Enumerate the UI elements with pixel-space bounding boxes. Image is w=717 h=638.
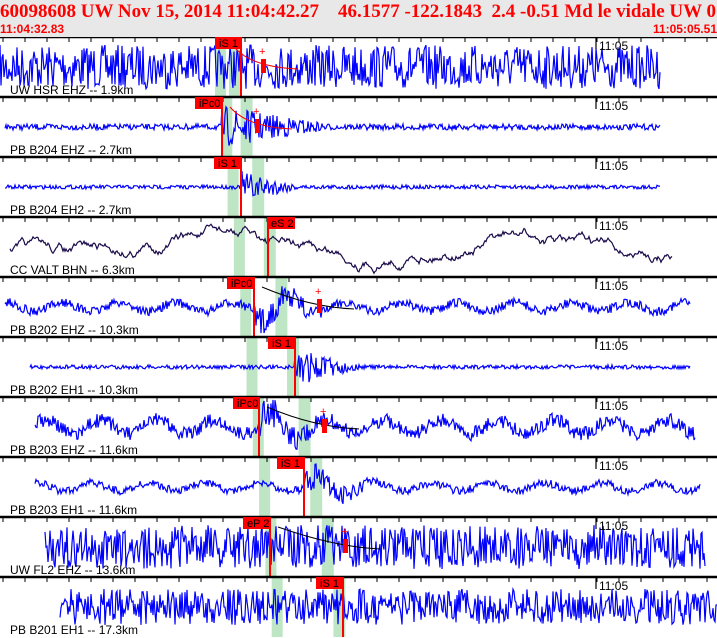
station-label: UW HSR EHZ -- 1.9km [10,83,133,97]
amplitude-plus-icon: + [253,106,259,118]
end-time: 11:05:05.51 [652,22,717,36]
minute-label: 11:05 [599,99,628,113]
event-title: 60098608 UW Nov 15, 2014 11:04:42.27 46.… [0,1,717,22]
amplitude-marker[interactable] [322,419,327,433]
trace-panel[interactable]: 11:05 eP 2 + UW FL2 EHZ -- 13.6km [0,515,717,577]
pick-label: eS 2 [271,218,294,230]
minute-label: 11:05 [599,459,628,473]
pick-label: iS 1 [272,338,291,350]
amplitude-plus-icon: + [259,46,265,58]
minute-label: 11:05 [599,39,628,53]
trace-panel[interactable]: 11:05 iS 1 PB B202 EH1 -- 10.3km [0,335,717,397]
minute-label: 11:05 [599,279,628,293]
trace-panel[interactable]: 11:05 iS 1 PB B204 EH2 -- 2.7km [0,155,717,217]
station-label: PB B203 EH1 -- 11.6km [10,503,137,517]
amplitude-marker[interactable] [261,59,266,73]
station-label: CC VALT BHN -- 6.3km [10,263,135,277]
minute-label: 11:05 [599,519,628,533]
pick-label: iPc0 [199,98,220,110]
waveform [59,586,717,626]
p-window [259,458,271,517]
trace-panel[interactable]: 11:05 iPc0 + PB B203 EHZ -- 11.6km [0,395,717,457]
trace-panel[interactable]: 11:05 iS 1 PB B203 EH1 -- 11.6km [0,455,717,517]
trace-panel[interactable]: 11:05 iS 1 PB B201 EH1 -- 17.3km [0,575,717,637]
amplitude-plus-icon: + [320,406,326,418]
waveform [29,353,691,383]
station-label: UW FL2 EHZ -- 13.6km [10,563,135,577]
amplitude-plus-icon: + [315,286,321,298]
minute-label: 11:05 [599,579,628,593]
amplitude-marker[interactable] [255,119,260,133]
event-header: 60098608 UW Nov 15, 2014 11:04:42.27 46.… [0,0,717,37]
minute-label: 11:05 [599,339,628,353]
station-label: PB B204 EHZ -- 2.7km [10,143,132,157]
station-label: PB B202 EHZ -- 10.3km [10,323,139,337]
amplitude-marker[interactable] [317,299,322,313]
seismogram-panels[interactable]: 11:05 iS 1 + UW HSR EHZ -- 1.9km 11:05 iPc0 + P… [0,37,717,638]
minute-label: 11:05 [599,399,628,413]
pick-label: iPc0 [237,398,258,410]
p-window [233,218,245,277]
station-label: PB B202 EH1 -- 10.3km [10,383,138,397]
trace-panel[interactable]: 11:05 eS 2 CC VALT BHN -- 6.3km [0,215,717,277]
pick-label: iS 1 [219,38,238,50]
pick-label: iS 1 [218,158,237,170]
station-label: PB B203 EHZ -- 11.6km [10,443,138,457]
waveform [4,105,661,146]
trace-panel[interactable]: 11:05 iS 1 + UW HSR EHZ -- 1.9km [0,37,717,97]
trace-panel[interactable]: 11:05 iPc0 + PB B202 EHZ -- 10.3km [0,275,717,337]
amplitude-plus-icon: + [341,526,347,538]
start-time: 11:04:32.83 [0,22,65,36]
minute-label: 11:05 [599,219,628,233]
trace-panel[interactable]: 11:05 iPc0 + PB B204 EHZ -- 2.7km [0,95,717,157]
station-label: PB B204 EH2 -- 2.7km [10,203,131,217]
pick-label: iS 1 [320,578,339,590]
waveform [4,171,660,197]
station-label: PB B201 EH1 -- 17.3km [10,623,138,637]
amplitude-marker[interactable] [343,539,348,553]
pick-label: iS 1 [281,458,300,470]
minute-label: 11:05 [599,159,628,173]
pick-label: iPc0 [231,278,252,290]
pick-label: eP 2 [247,518,269,530]
